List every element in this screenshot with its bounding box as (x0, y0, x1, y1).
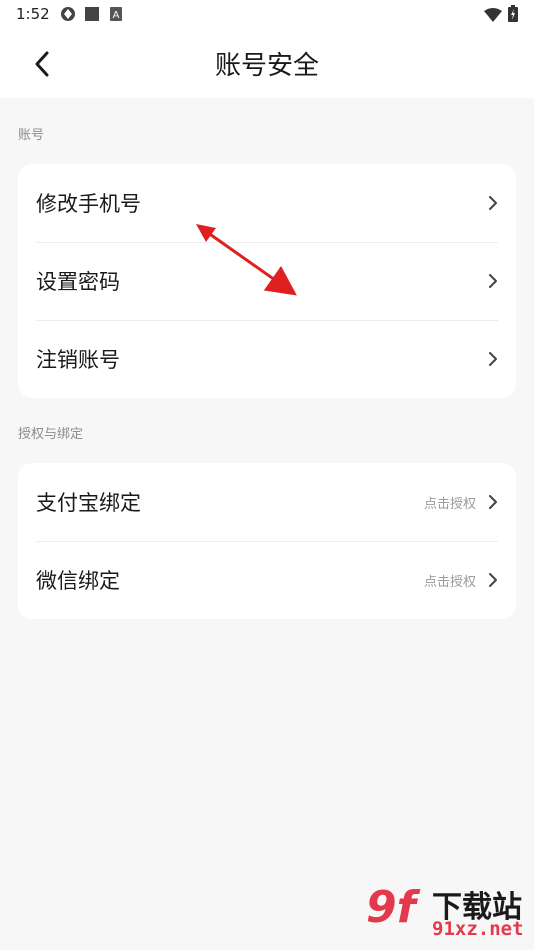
watermark-logo: 9f 下载站 91xz.net (360, 880, 530, 950)
section-label-account: 账号 (18, 128, 45, 143)
a-icon: A (110, 6, 122, 25)
wifi-icon (484, 7, 502, 26)
app-header: 账号安全 (0, 28, 534, 98)
row-label: 修改手机号 (36, 192, 141, 216)
chevron-right-icon (488, 494, 500, 510)
page-title: 账号安全 (214, 51, 319, 81)
section-label-binding: 授权与绑定 (18, 427, 84, 442)
row-label: 支付宝绑定 (36, 491, 141, 515)
battery-icon (508, 5, 518, 26)
alipay-binding-row[interactable]: 支付宝绑定 点击授权 (18, 463, 516, 541)
row-label: 注销账号 (36, 348, 120, 372)
status-bar: 1:52 A (0, 0, 534, 28)
square-icon (84, 6, 100, 26)
chevron-right-icon (488, 572, 500, 588)
chevron-right-icon (488, 195, 500, 211)
vpn-icon (60, 6, 76, 26)
row-label: 微信绑定 (36, 569, 120, 593)
chevron-right-icon (488, 351, 500, 367)
status-time: 1:52 (16, 5, 50, 23)
binding-card: 支付宝绑定 点击授权 微信绑定 点击授权 (18, 463, 516, 619)
delete-account-row[interactable]: 注销账号 (18, 320, 516, 398)
authorize-hint: 点击授权 (423, 574, 476, 590)
annotation-arrow-icon (196, 224, 297, 296)
svg-text:A: A (113, 10, 120, 21)
watermark-mark: 9f (366, 882, 416, 933)
chevron-right-icon (488, 273, 500, 289)
authorize-hint: 点击授权 (423, 496, 476, 512)
watermark-url: 91xz.net (432, 918, 524, 940)
wechat-binding-row[interactable]: 微信绑定 点击授权 (18, 541, 516, 619)
